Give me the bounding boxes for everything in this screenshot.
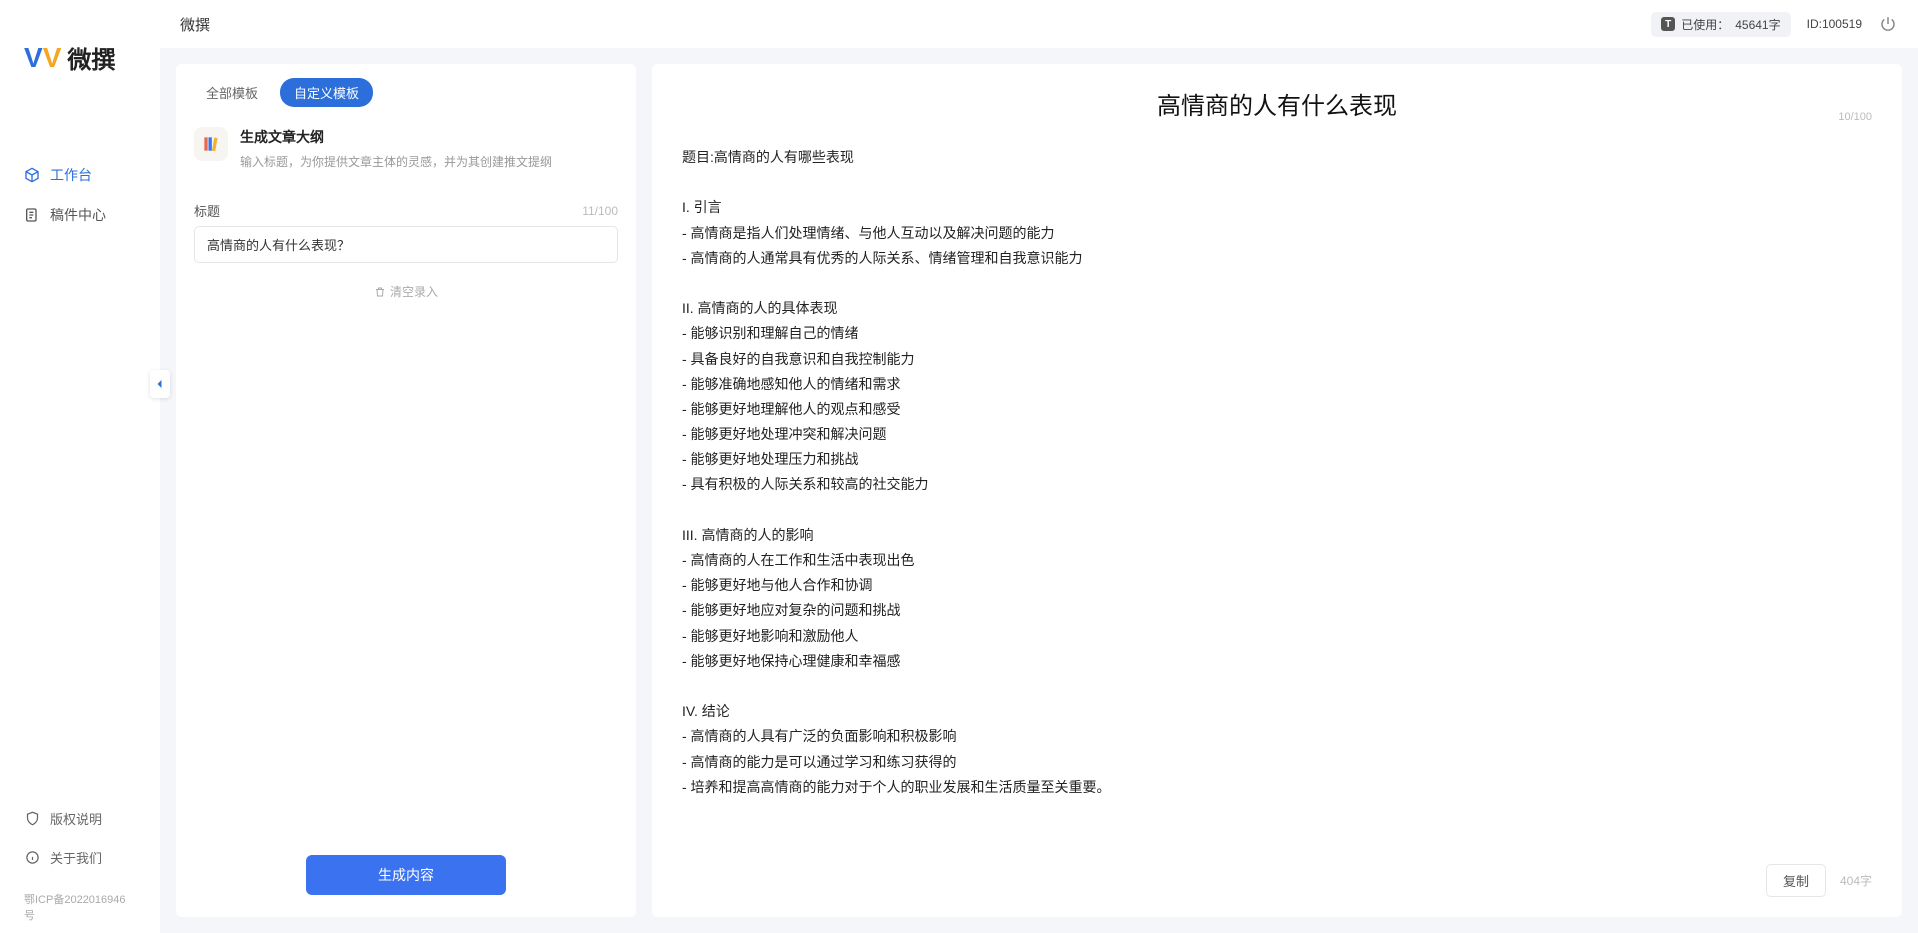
nav-label: 关于我们: [50, 848, 102, 867]
document-title-counter: 10/100: [1838, 111, 1872, 123]
usage-chip[interactable]: T 已使用： 45641字: [1651, 12, 1790, 37]
tab-all-templates[interactable]: 全部模板: [192, 78, 272, 107]
usage-value: 45641字: [1735, 16, 1780, 33]
tab-custom-templates[interactable]: 自定义模板: [280, 78, 373, 107]
clear-input-button[interactable]: 清空录入: [194, 283, 618, 300]
copy-button[interactable]: 复制: [1766, 864, 1826, 897]
usage-label: 已使用：: [1681, 16, 1729, 33]
info-icon: [24, 850, 40, 866]
trash-icon: [374, 286, 386, 298]
sidebar-collapse-button[interactable]: [150, 370, 170, 398]
sidebar-item-copyright[interactable]: 版权说明: [0, 799, 160, 838]
generate-button[interactable]: 生成内容: [306, 855, 506, 895]
form: 标题 11/100 清空录入: [176, 187, 636, 300]
main-nav: 工作台 稿件中心: [0, 95, 160, 799]
icp-text: 鄂ICP备2022016946号: [0, 885, 160, 933]
cube-icon: [24, 167, 40, 183]
document-icon: [24, 207, 40, 223]
template-title: 生成文章大纲: [240, 127, 552, 147]
logo: VV 微撰: [0, 0, 160, 95]
nav-label: 版权说明: [50, 809, 102, 828]
title-input[interactable]: [194, 226, 618, 263]
page-title: 微撰: [180, 14, 210, 35]
left-panel: 全部模板 自定义模板 生成文章大纲 输入标题，为你提供文章主体的灵感，并为其创建…: [176, 64, 636, 917]
clear-label: 清空录入: [390, 283, 438, 300]
template-card: 生成文章大纲 输入标题，为你提供文章主体的灵感，并为其创建推文提纲: [176, 113, 636, 187]
title-field-label: 标题: [194, 201, 220, 220]
main: 微撰 T 已使用： 45641字 ID:100519 全部模板 自定义模板: [160, 0, 1918, 933]
power-button[interactable]: [1878, 14, 1898, 34]
user-id: ID:100519: [1807, 17, 1862, 31]
sidebar-item-about[interactable]: 关于我们: [0, 838, 160, 877]
content: 全部模板 自定义模板 生成文章大纲 输入标题，为你提供文章主体的灵感，并为其创建…: [160, 48, 1918, 933]
sidebar-item-workbench[interactable]: 工作台: [0, 155, 160, 195]
bottom-nav: 版权说明 关于我们: [0, 799, 160, 885]
template-desc: 输入标题，为你提供文章主体的灵感，并为其创建推文提纲: [240, 153, 552, 171]
document-body[interactable]: 题目:高情商的人有哪些表现 I. 引言 - 高情商是指人们处理情绪、与他人互动以…: [652, 127, 1902, 854]
title-counter: 11/100: [582, 204, 618, 218]
word-count: 404字: [1840, 872, 1872, 889]
nav-label: 工作台: [50, 165, 92, 185]
sidebar-item-drafts[interactable]: 稿件中心: [0, 195, 160, 235]
topbar: 微撰 T 已使用： 45641字 ID:100519: [160, 0, 1918, 48]
right-panel: 高情商的人有什么表现 10/100 题目:高情商的人有哪些表现 I. 引言 - …: [652, 64, 1902, 917]
logo-mark: VV: [24, 42, 61, 74]
shield-icon: [24, 811, 40, 827]
text-icon: T: [1661, 17, 1675, 31]
document-title[interactable]: 高情商的人有什么表现: [682, 86, 1872, 121]
books-icon: [194, 127, 228, 161]
template-tabs: 全部模板 自定义模板: [176, 64, 636, 113]
logo-text: 微撰: [67, 40, 115, 75]
sidebar: VV 微撰 工作台 稿件中心 版权说明: [0, 0, 160, 933]
nav-label: 稿件中心: [50, 205, 106, 225]
